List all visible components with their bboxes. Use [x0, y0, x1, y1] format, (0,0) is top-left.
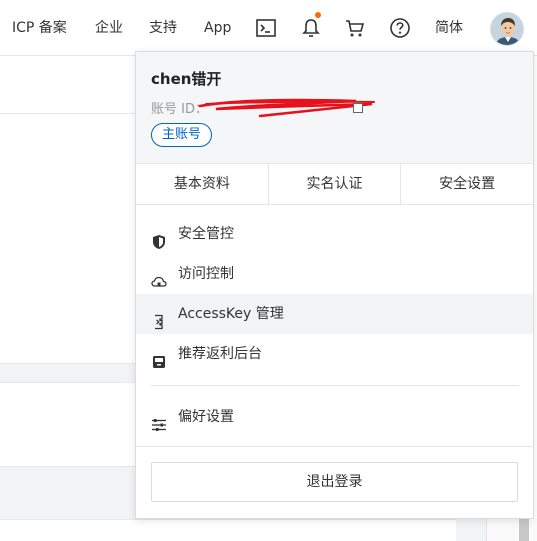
bg-section — [0, 467, 135, 519]
nav-language[interactable]: 简体 — [435, 0, 463, 56]
shield-icon — [151, 226, 167, 249]
sliders-icon — [151, 409, 167, 431]
nav-app[interactable]: App — [204, 0, 231, 56]
logout-button[interactable]: 退出登录 — [151, 462, 518, 502]
menu-preferences[interactable]: 偏好设置 — [136, 397, 533, 437]
menu-divider — [151, 385, 519, 386]
menu-security-control[interactable]: 安全管控 — [136, 214, 533, 254]
menu-accesskey-management[interactable]: AccessKey 管理 — [136, 294, 533, 334]
top-navigation-bar: ICP 备案 企业 支持 App 简体 — [0, 0, 537, 56]
gift-box-icon — [151, 346, 167, 368]
help-icon[interactable] — [389, 17, 411, 39]
nav-icp-filing[interactable]: ICP 备案 — [12, 0, 67, 56]
menu-referral-backend[interactable]: 推荐返利后台 — [136, 334, 533, 374]
menu-label: 访问控制 — [178, 266, 234, 282]
notification-dot — [315, 12, 321, 18]
menu-label: AccessKey 管理 — [178, 306, 284, 322]
bg-divider — [0, 113, 135, 114]
tab-real-name[interactable]: 实名认证 — [269, 164, 402, 204]
nav-enterprise[interactable]: 企业 — [95, 0, 123, 56]
cart-icon[interactable] — [344, 17, 366, 39]
bg-section — [456, 519, 486, 541]
menu-label: 安全管控 — [178, 226, 234, 242]
bg-divider — [0, 519, 460, 520]
account-tabs: 基本资料 实名认证 安全设置 — [136, 164, 533, 205]
cloud-lock-icon — [151, 266, 167, 287]
bg-divider — [0, 382, 135, 383]
tab-basic-info[interactable]: 基本资料 — [136, 164, 269, 204]
account-header: chen错开 账号 ID： 主账号 — [136, 52, 533, 164]
primary-account-badge: 主账号 — [151, 123, 213, 147]
account-dropdown: chen错开 账号 ID： 主账号 基本资料 实名认证 安全设置 安全管控 访问… — [135, 51, 534, 519]
avatar[interactable] — [490, 12, 524, 46]
bg-section — [0, 364, 135, 382]
menu-label: 推荐返利后台 — [178, 346, 262, 362]
terminal-icon[interactable] — [255, 17, 277, 39]
scrollbar-track[interactable] — [486, 519, 537, 541]
username: chen错开 — [151, 70, 222, 88]
logout-divider — [136, 446, 533, 447]
tab-security-settings[interactable]: 安全设置 — [401, 164, 533, 204]
menu-label: 偏好设置 — [178, 409, 234, 425]
menu-access-control[interactable]: 访问控制 — [136, 254, 533, 294]
nav-support[interactable]: 支持 — [149, 0, 177, 56]
bell-icon[interactable] — [300, 12, 322, 39]
copy-icon[interactable] — [353, 103, 363, 113]
key-icon — [151, 306, 167, 330]
scrollbar-thumb[interactable] — [519, 519, 529, 541]
